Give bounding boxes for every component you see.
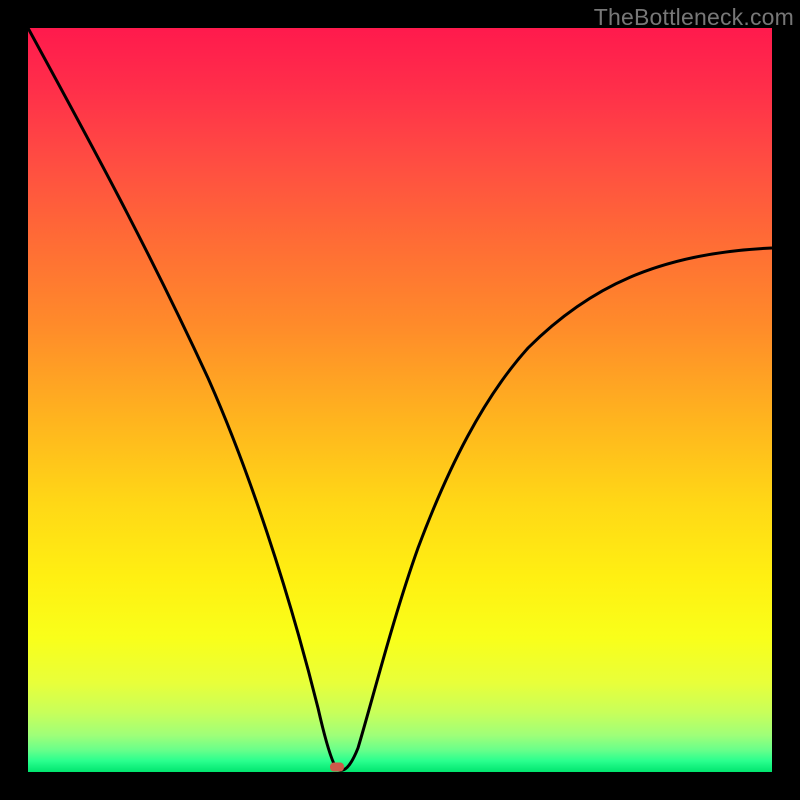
bottleneck-curve-path (28, 28, 772, 770)
optimum-marker (330, 762, 344, 771)
plot-area (28, 28, 772, 772)
curve-layer (28, 28, 772, 772)
chart-frame: TheBottleneck.com (0, 0, 800, 800)
watermark-text: TheBottleneck.com (594, 4, 794, 31)
